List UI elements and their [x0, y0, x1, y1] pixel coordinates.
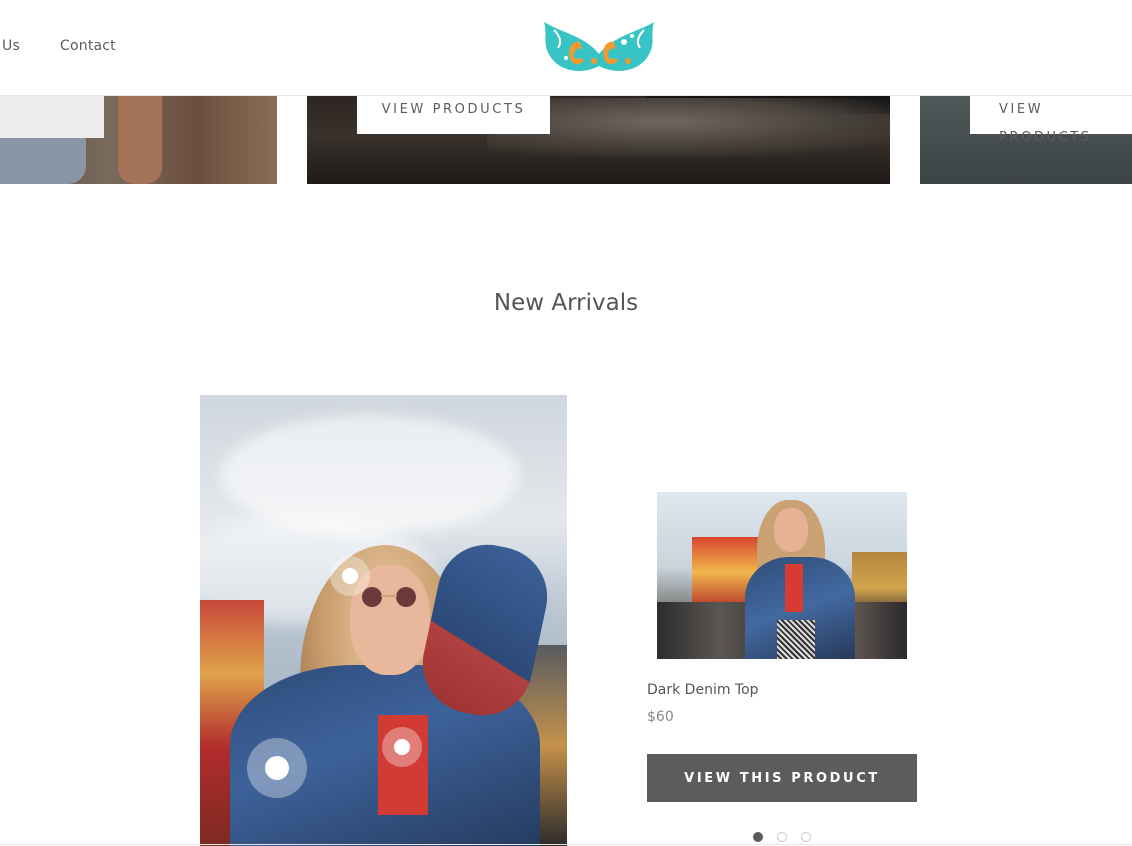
section-title: New Arrivals — [493, 290, 639, 316]
product-hotspot[interactable] — [247, 738, 307, 798]
view-this-product-button[interactable]: VIEW THIS PRODUCT — [647, 754, 917, 802]
product-name-link[interactable]: Dark Denim Top — [647, 682, 759, 698]
view-products-button[interactable]: VIEW PRODUCTS — [357, 96, 550, 134]
nav-about-us-link[interactable]: Us — [2, 38, 20, 54]
product-image[interactable] — [657, 492, 907, 659]
site-header: Us Contact — [0, 0, 1132, 96]
view-products-button[interactable]: VIEW PRODUCTS — [970, 96, 1132, 145]
slider-dot-1[interactable] — [753, 832, 763, 842]
slider-dot-2[interactable] — [777, 832, 787, 842]
product-hotspot[interactable] — [382, 727, 422, 767]
slider-dot-3[interactable] — [801, 832, 811, 842]
nav-contact-link[interactable]: Contact — [60, 38, 116, 54]
divider — [0, 844, 1132, 845]
collection-image-left[interactable] — [0, 96, 277, 184]
lookbook-image — [200, 395, 567, 846]
mask-logo-icon — [544, 22, 654, 71]
site-logo[interactable] — [540, 14, 658, 78]
slider-dots — [753, 832, 811, 842]
product-hotspot[interactable] — [330, 556, 370, 596]
product-price: $60 — [647, 709, 674, 725]
